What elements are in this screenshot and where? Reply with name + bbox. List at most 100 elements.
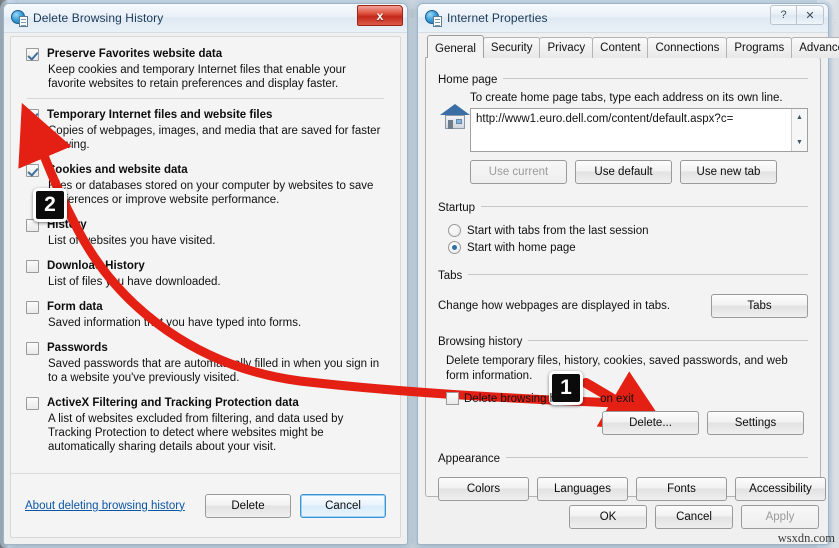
tab-privacy[interactable]: Privacy bbox=[539, 37, 594, 58]
languages-button[interactable]: Languages bbox=[537, 477, 628, 501]
option-activex-filtering[interactable]: ActiveX Filtering and Tracking Protectio… bbox=[25, 396, 386, 454]
properties-title: Internet Properties bbox=[447, 11, 548, 25]
close-icon[interactable]: ✕ bbox=[797, 5, 824, 25]
option-temporary-internet-files[interactable]: Temporary Internet files and website fil… bbox=[25, 108, 386, 152]
home-page-button-row: Use current Use default Use new tab bbox=[470, 160, 808, 184]
delete-on-exit-checkbox-row[interactable]: Delete browsing h on exit bbox=[446, 392, 808, 405]
tabs-group-label: Tabs bbox=[438, 270, 469, 282]
radio-start-last-session[interactable]: Start with tabs from the last session bbox=[448, 224, 808, 237]
option-description: A list of websites excluded from filteri… bbox=[48, 413, 344, 453]
option-description: List of websites you have visited. bbox=[48, 235, 216, 247]
checkbox-download-history[interactable] bbox=[26, 260, 39, 273]
url-scrollbar[interactable]: ▲ ▼ bbox=[791, 109, 807, 151]
tab-content[interactable]: Content bbox=[592, 37, 649, 58]
help-icon[interactable]: ? bbox=[770, 5, 797, 25]
option-cookies-website-data[interactable]: Cookies and website data Files or databa… bbox=[25, 163, 386, 207]
radio-start-home-page[interactable]: Start with home page bbox=[448, 241, 808, 254]
tab-connections[interactable]: Connections bbox=[647, 37, 728, 58]
use-new-tab-button[interactable]: Use new tab bbox=[680, 160, 777, 184]
appearance-group-label: Appearance bbox=[438, 453, 507, 465]
home-icon bbox=[440, 102, 470, 130]
ie-delete-history-icon bbox=[11, 10, 28, 27]
option-form-data[interactable]: Form data Saved information that you hav… bbox=[25, 300, 386, 330]
colors-button[interactable]: Colors bbox=[438, 477, 529, 501]
option-passwords[interactable]: Passwords Saved passwords that are autom… bbox=[25, 341, 386, 385]
delete-dialog-titlebar[interactable]: Delete Browsing History x bbox=[4, 4, 407, 33]
site-credit: wsxdn.com bbox=[777, 531, 835, 545]
properties-titlebar[interactable]: Internet Properties ? ✕ bbox=[418, 4, 828, 33]
options-divider bbox=[27, 98, 384, 99]
option-preserve-favorites[interactable]: Preserve Favorites website data Keep coo… bbox=[25, 47, 386, 91]
settings-button[interactable]: Settings bbox=[707, 411, 804, 435]
use-current-button[interactable]: Use current bbox=[470, 160, 567, 184]
appearance-group: Appearance Colors Languages Fonts Access… bbox=[438, 449, 826, 501]
delete-button[interactable]: Delete bbox=[205, 493, 291, 518]
properties-cancel-button[interactable]: Cancel bbox=[655, 505, 733, 529]
option-label: Passwords bbox=[47, 342, 108, 354]
general-tab-panel: Home page To create home page tabs, type… bbox=[425, 57, 826, 501]
delete-browsing-history-dialog: Delete Browsing History x Preserve Favor… bbox=[3, 3, 408, 545]
home-page-description: To create home page tabs, type each addr… bbox=[470, 92, 783, 104]
option-label: Temporary Internet files and website fil… bbox=[47, 109, 273, 121]
browsing-history-description: Delete temporary files, history, cookies… bbox=[446, 355, 788, 382]
annotation-badge-2: 2 bbox=[33, 188, 67, 222]
scroll-up-icon[interactable]: ▲ bbox=[792, 110, 807, 125]
delete-dialog-title: Delete Browsing History bbox=[33, 11, 164, 25]
delete-on-exit-label-b: on exit bbox=[600, 392, 634, 405]
tab-security[interactable]: Security bbox=[482, 37, 541, 58]
tabs-group: Tabs Change how webpages are displayed i… bbox=[438, 266, 808, 318]
checkbox-cookies-website-data[interactable] bbox=[26, 164, 39, 177]
properties-tabstrip: General Security Privacy Content Connect… bbox=[425, 35, 839, 58]
browsing-history-group-label: Browsing history bbox=[438, 336, 529, 348]
accessibility-button[interactable]: Accessibility bbox=[735, 477, 826, 501]
delete-on-exit-label-a: Delete browsing h bbox=[464, 392, 557, 405]
about-deleting-browsing-history-link[interactable]: About deleting browsing history bbox=[25, 500, 205, 512]
scroll-down-icon[interactable]: ▼ bbox=[792, 135, 807, 150]
home-page-group-label: Home page bbox=[438, 74, 504, 86]
internet-properties-dialog: Internet Properties ? ✕ General Security… bbox=[417, 3, 839, 545]
radio-icon-selected[interactable] bbox=[448, 241, 461, 254]
properties-footer: OK Cancel Apply bbox=[425, 497, 821, 537]
radio-label: Start with home page bbox=[467, 241, 576, 254]
checkbox-delete-on-exit[interactable] bbox=[446, 392, 459, 405]
option-label: Form data bbox=[47, 301, 103, 313]
option-label: Download History bbox=[47, 260, 145, 272]
fonts-button[interactable]: Fonts bbox=[636, 477, 727, 501]
checkbox-temporary-internet-files[interactable] bbox=[26, 109, 39, 122]
home-page-group: Home page To create home page tabs, type… bbox=[438, 70, 808, 184]
browsing-history-group: Browsing history Delete temporary files,… bbox=[438, 332, 808, 435]
checkbox-preserve-favorites[interactable] bbox=[26, 48, 39, 61]
startup-group-label: Startup bbox=[438, 202, 482, 214]
option-description: Files or databases stored on your comput… bbox=[48, 180, 374, 206]
home-page-url-value: http://www1.euro.dell.com/content/defaul… bbox=[476, 113, 734, 125]
option-download-history[interactable]: Download History List of files you have … bbox=[25, 259, 386, 289]
checkbox-passwords[interactable] bbox=[26, 342, 39, 355]
tab-general[interactable]: General bbox=[427, 35, 484, 58]
close-icon[interactable]: x bbox=[357, 5, 403, 26]
delete-dialog-footer: About deleting browsing history Delete C… bbox=[11, 473, 400, 537]
home-page-url-input[interactable]: http://www1.euro.dell.com/content/defaul… bbox=[470, 108, 808, 152]
properties-body: General Security Privacy Content Connect… bbox=[425, 35, 839, 537]
option-history[interactable]: History List of websites you have visite… bbox=[25, 218, 386, 248]
ok-button[interactable]: OK bbox=[569, 505, 647, 529]
option-description: Saved information that you have typed in… bbox=[48, 317, 302, 329]
option-label: Preserve Favorites website data bbox=[47, 48, 223, 60]
cancel-button[interactable]: Cancel bbox=[300, 493, 386, 518]
radio-icon[interactable] bbox=[448, 224, 461, 237]
tabs-description: Change how webpages are displayed in tab… bbox=[438, 299, 671, 312]
ie-properties-icon bbox=[425, 10, 442, 27]
option-label: History bbox=[47, 219, 87, 231]
option-description: Keep cookies and temporary Internet file… bbox=[48, 64, 346, 90]
checkbox-activex-filtering[interactable] bbox=[26, 397, 39, 410]
startup-group: Startup Start with tabs from the last se… bbox=[438, 198, 808, 254]
option-description: Copies of webpages, images, and media th… bbox=[48, 125, 381, 151]
option-label: ActiveX Filtering and Tracking Protectio… bbox=[47, 397, 299, 409]
delete-history-button[interactable]: Delete... bbox=[602, 411, 699, 435]
tabs-button[interactable]: Tabs bbox=[711, 294, 808, 318]
tab-programs[interactable]: Programs bbox=[726, 37, 793, 58]
apply-button[interactable]: Apply bbox=[741, 505, 819, 529]
use-default-button[interactable]: Use default bbox=[575, 160, 672, 184]
checkbox-form-data[interactable] bbox=[26, 301, 39, 314]
option-description: Saved passwords that are automatically f… bbox=[48, 358, 380, 384]
tab-advanced[interactable]: Advanced bbox=[791, 37, 839, 58]
